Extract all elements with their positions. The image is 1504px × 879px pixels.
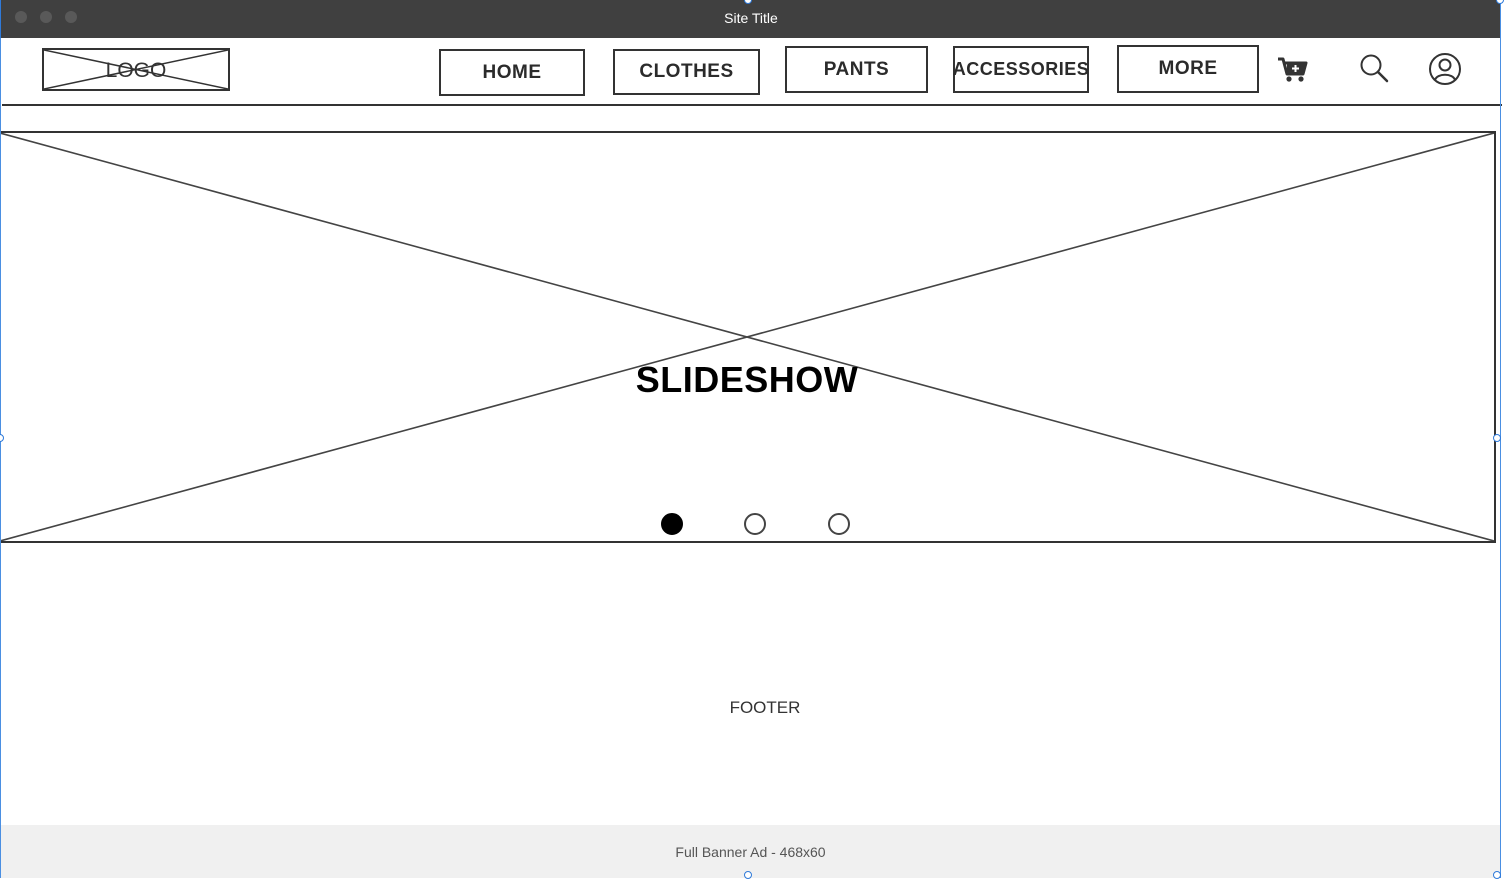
image-placeholder-cross-icon (0, 133, 1494, 541)
slide-dot-3[interactable] (828, 513, 850, 535)
search-icon[interactable] (1358, 53, 1390, 85)
selection-edge-left (0, 38, 1, 878)
title-bar: Site Title (0, 0, 1501, 38)
footer-label: FOOTER (729, 698, 801, 717)
header-divider (2, 104, 1502, 106)
nav-more-button[interactable]: MORE (1117, 45, 1259, 93)
logo-text: LOGO (105, 59, 167, 82)
nav-pants-button[interactable]: PANTS (785, 46, 928, 93)
user-icon[interactable] (1428, 52, 1462, 86)
resize-handle-top-right[interactable] (1496, 0, 1504, 4)
slideshow[interactable]: SLIDESHOW (0, 131, 1496, 543)
slideshow-label: SLIDESHOW (635, 359, 859, 400)
slide-dot-1[interactable] (661, 513, 683, 535)
logo-placeholder[interactable]: LOGO (42, 48, 230, 91)
resize-handle-right[interactable] (1493, 434, 1501, 442)
nav-accessories-button[interactable]: ACCESSORIES (953, 46, 1089, 93)
window-title: Site Title (724, 10, 778, 26)
nav-clothes-button[interactable]: CLOTHES (613, 49, 760, 95)
nav-home-button[interactable]: HOME (439, 49, 585, 96)
slide-dot-2[interactable] (744, 513, 766, 535)
ad-banner-label: Full Banner Ad - 468x60 (675, 843, 826, 860)
ad-banner[interactable]: Full Banner Ad - 468x60 (1, 825, 1500, 878)
cart-plus-icon[interactable] (1277, 56, 1309, 84)
browser-window: Site Title LOGO HOME CLOTHES PANTS ACCES… (0, 0, 1504, 879)
